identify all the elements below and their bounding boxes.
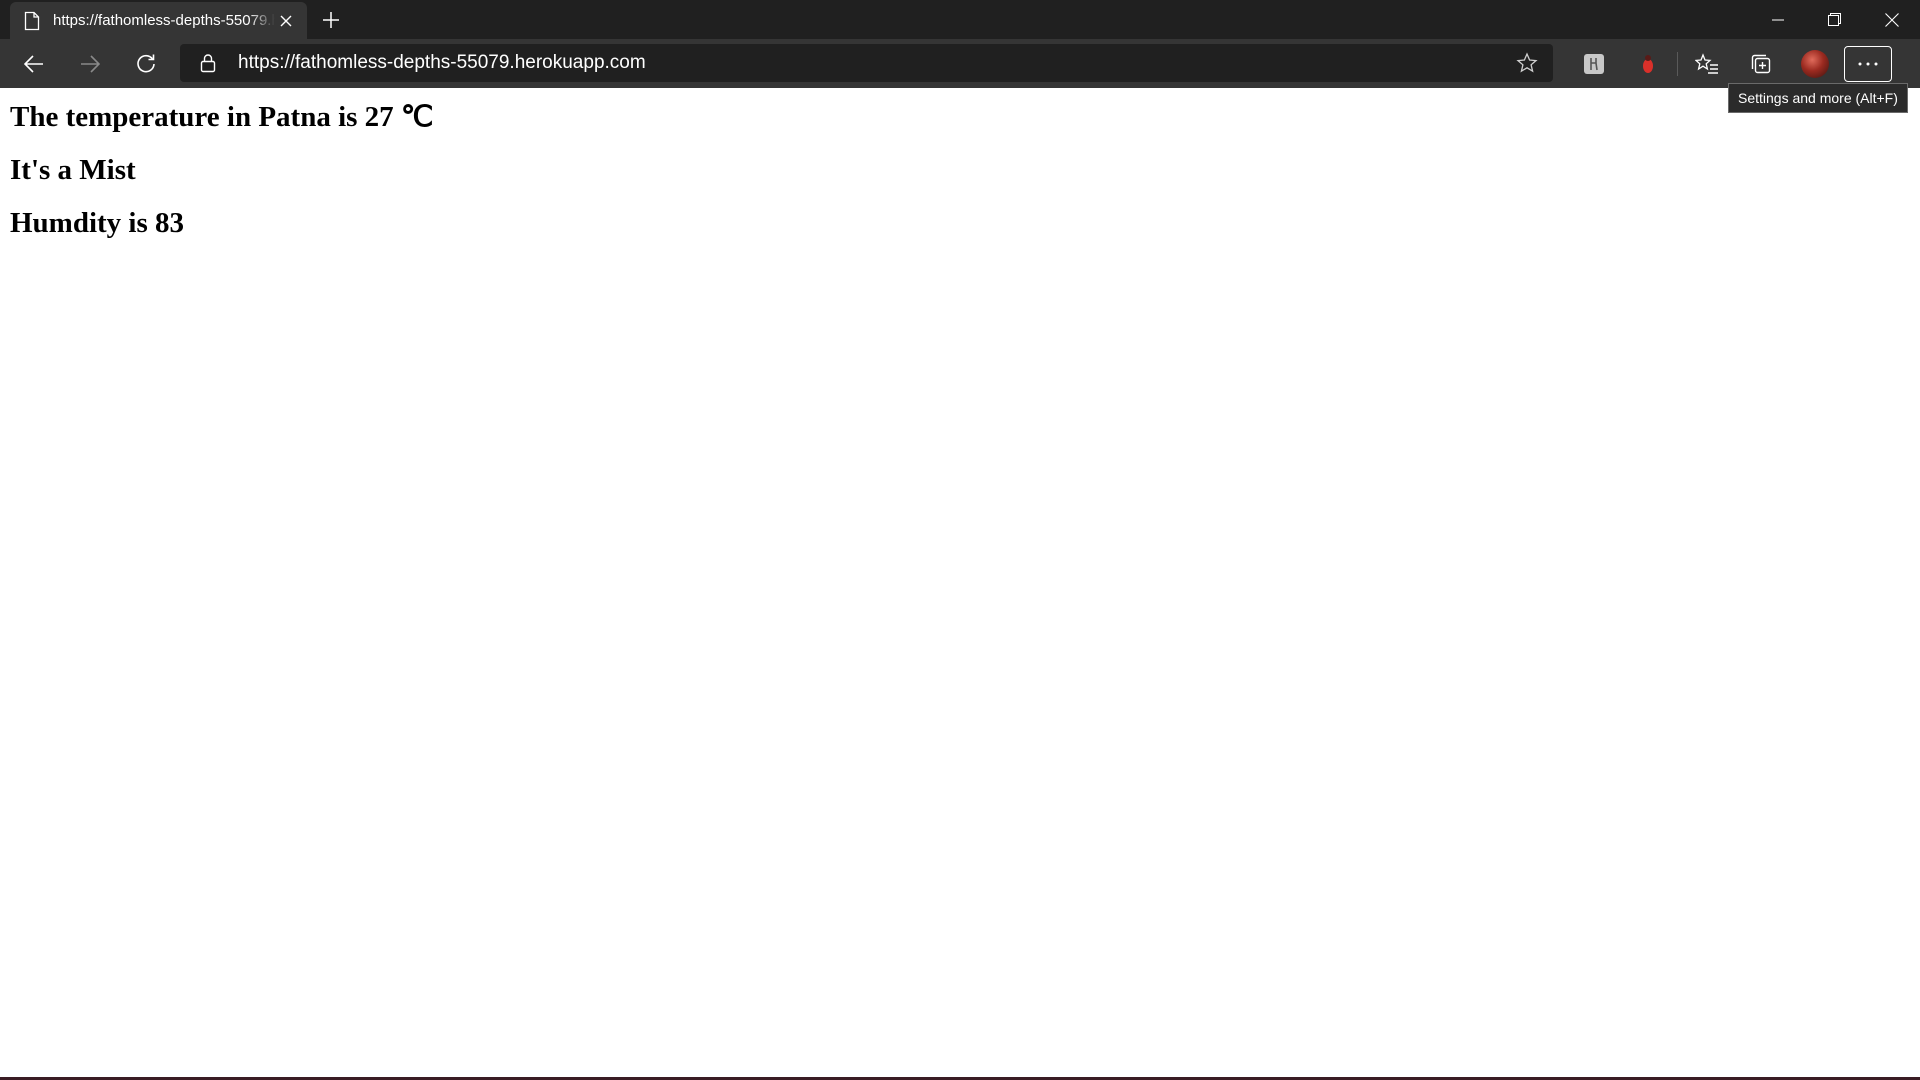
- forward-button[interactable]: [67, 44, 113, 84]
- condition-heading: It's a Mist: [10, 154, 136, 186]
- restore-icon: [1828, 13, 1841, 26]
- refresh-icon: [135, 53, 157, 75]
- toolbar-right-tools: [1567, 39, 1892, 88]
- address-bar[interactable]: https://fathomless-depths-55079.herokuap…: [180, 44, 1553, 82]
- page-content: The temperature in Patna is 27 ℃ It's a …: [10, 88, 434, 240]
- window-controls: [1749, 0, 1920, 39]
- lock-icon[interactable]: [197, 53, 219, 73]
- favorites-button[interactable]: [1680, 44, 1734, 84]
- avatar: [1801, 49, 1829, 78]
- document-icon: [24, 11, 40, 31]
- plus-icon: [322, 11, 340, 29]
- ellipsis-icon: [1858, 62, 1878, 66]
- title-bar: https://fathomless-depths-55079.herokuap…: [0, 0, 1920, 39]
- close-tab-icon[interactable]: [275, 10, 297, 32]
- toolbar-divider: [1677, 51, 1678, 76]
- extension-button[interactable]: [1567, 44, 1621, 84]
- settings-and-more-button[interactable]: [1844, 45, 1892, 82]
- minimize-icon: [1771, 14, 1784, 26]
- new-tab-button[interactable]: [313, 2, 349, 38]
- ladybug-extension-button[interactable]: [1621, 44, 1675, 84]
- humidity-heading: Humdity is 83: [10, 207, 185, 239]
- back-button[interactable]: [11, 44, 57, 84]
- star-icon[interactable]: [1507, 52, 1547, 74]
- tab-title: https://fathomless-depths-55079.herokuap…: [53, 12, 275, 29]
- close-window-button[interactable]: [1863, 0, 1920, 39]
- collections-button[interactable]: [1734, 44, 1788, 84]
- arrow-left-icon: [24, 54, 44, 73]
- browser-tab[interactable]: https://fathomless-depths-55079.herokuap…: [10, 2, 307, 39]
- refresh-button[interactable]: [123, 44, 169, 84]
- favorites-icon: [1695, 52, 1719, 75]
- profile-button[interactable]: [1788, 44, 1842, 84]
- extension-icon: [1583, 53, 1605, 75]
- ladybug-extension-icon: [1641, 54, 1655, 74]
- collections-icon: [1750, 53, 1772, 75]
- settings-tooltip: Settings and more (Alt+F): [1728, 83, 1908, 113]
- arrow-right-icon: [80, 54, 100, 73]
- browser-toolbar: https://fathomless-depths-55079.herokuap…: [0, 39, 1920, 88]
- temperature-heading: The temperature in Patna is 27 ℃: [10, 101, 434, 133]
- minimize-button[interactable]: [1749, 0, 1806, 39]
- close-icon: [1884, 12, 1899, 27]
- address-url[interactable]: https://fathomless-depths-55079.herokuap…: [238, 52, 1507, 74]
- restore-button[interactable]: [1806, 0, 1863, 39]
